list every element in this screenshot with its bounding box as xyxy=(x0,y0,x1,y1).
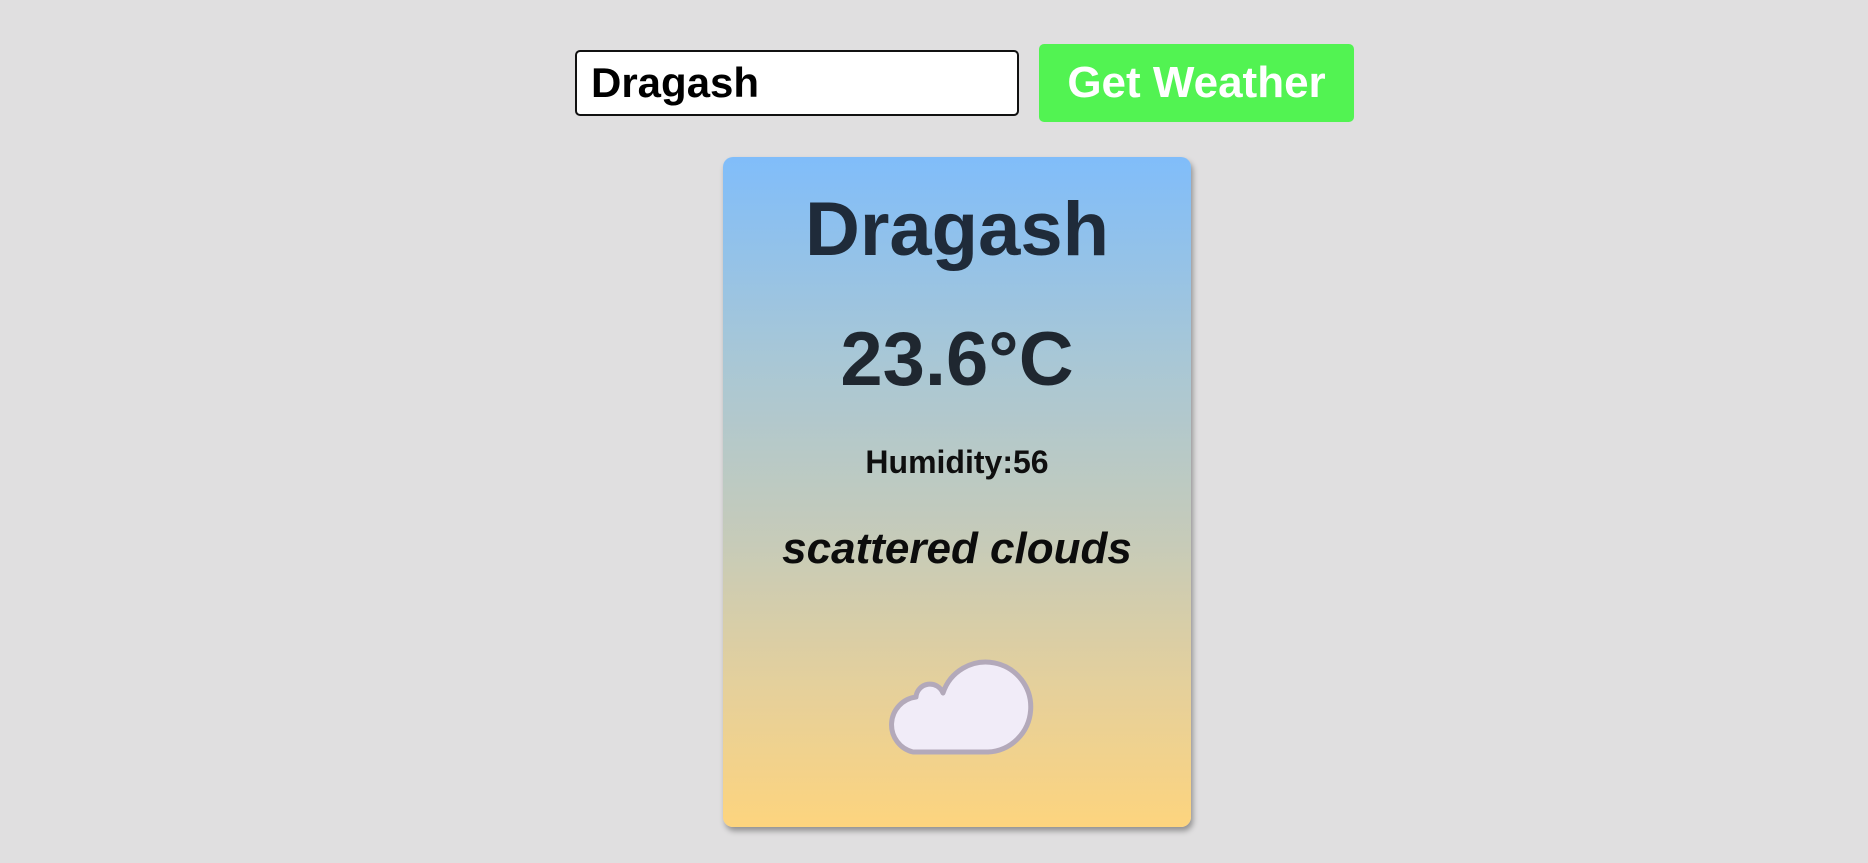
weather-card: Dragash 23.6°C Humidity:56 scattered clo… xyxy=(723,157,1191,827)
temperature: 23.6°C xyxy=(840,317,1074,402)
humidity-label: Humidity: xyxy=(865,444,1013,480)
city-input[interactable] xyxy=(575,50,1019,116)
city-name: Dragash xyxy=(804,187,1110,272)
humidity-value: 56 xyxy=(1012,444,1049,480)
search-bar: Get Weather xyxy=(575,44,1354,122)
get-weather-button[interactable]: Get Weather xyxy=(1039,44,1354,122)
weather-description: scattered clouds xyxy=(782,524,1132,573)
humidity: Humidity:56 xyxy=(723,446,1191,478)
cloud-icon xyxy=(889,659,1034,755)
